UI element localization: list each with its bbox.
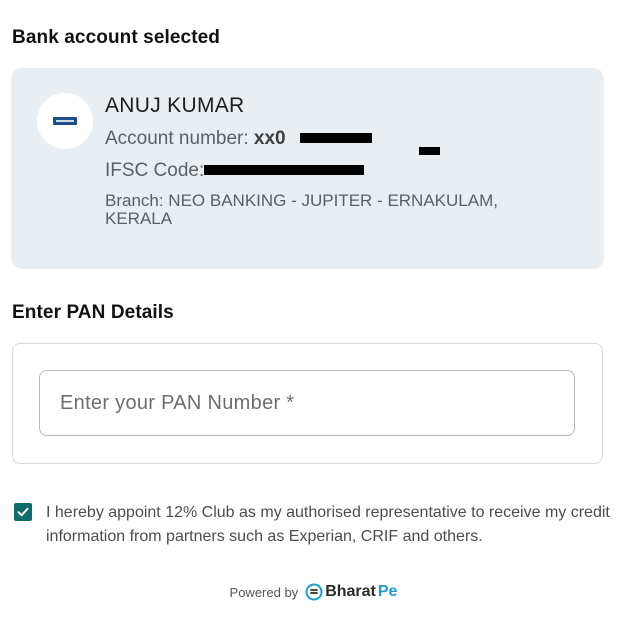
powered-by-label: Powered by [229, 584, 299, 600]
account-number-value: xx0 [253, 128, 286, 149]
bank-account-card[interactable]: ANUJ KUMAR Account number: xx0 IFSC Code… [12, 68, 603, 267]
pan-section-title: Enter PAN Details [12, 302, 174, 323]
consent-text: I hereby appoint 12% Club as my authoris… [46, 504, 610, 545]
pan-details-card [12, 343, 603, 464]
pan-number-input[interactable] [39, 370, 575, 436]
bank-logo-icon [37, 93, 93, 149]
account-number-redaction [300, 133, 372, 143]
account-number-label: Account number: [105, 128, 249, 149]
ifsc-code-redaction [204, 165, 364, 175]
bharatpe-brand: Bharat Pe [305, 583, 397, 601]
account-holder-name: ANUJ KUMAR [105, 94, 245, 117]
bharatpe-logo-icon [305, 583, 323, 601]
brand-name-accent: Pe [377, 583, 398, 600]
bank-section-title: Bank account selected [12, 27, 221, 48]
redaction-mark [419, 147, 440, 155]
checkmark-icon [17, 507, 29, 517]
brand-name-main: Bharat [325, 583, 376, 600]
ifsc-code-row: IFSC Code: [105, 160, 204, 182]
ifsc-code-label: IFSC Code: [105, 160, 205, 181]
powered-by-footer: Powered by Bharat Pe [0, 583, 627, 601]
branch-info: Branch: NEO BANKING - JUPITER - ERNAKULA… [105, 191, 498, 228]
consent-checkbox[interactable] [14, 503, 32, 521]
account-number-row: Account number: xx0 [105, 128, 286, 150]
